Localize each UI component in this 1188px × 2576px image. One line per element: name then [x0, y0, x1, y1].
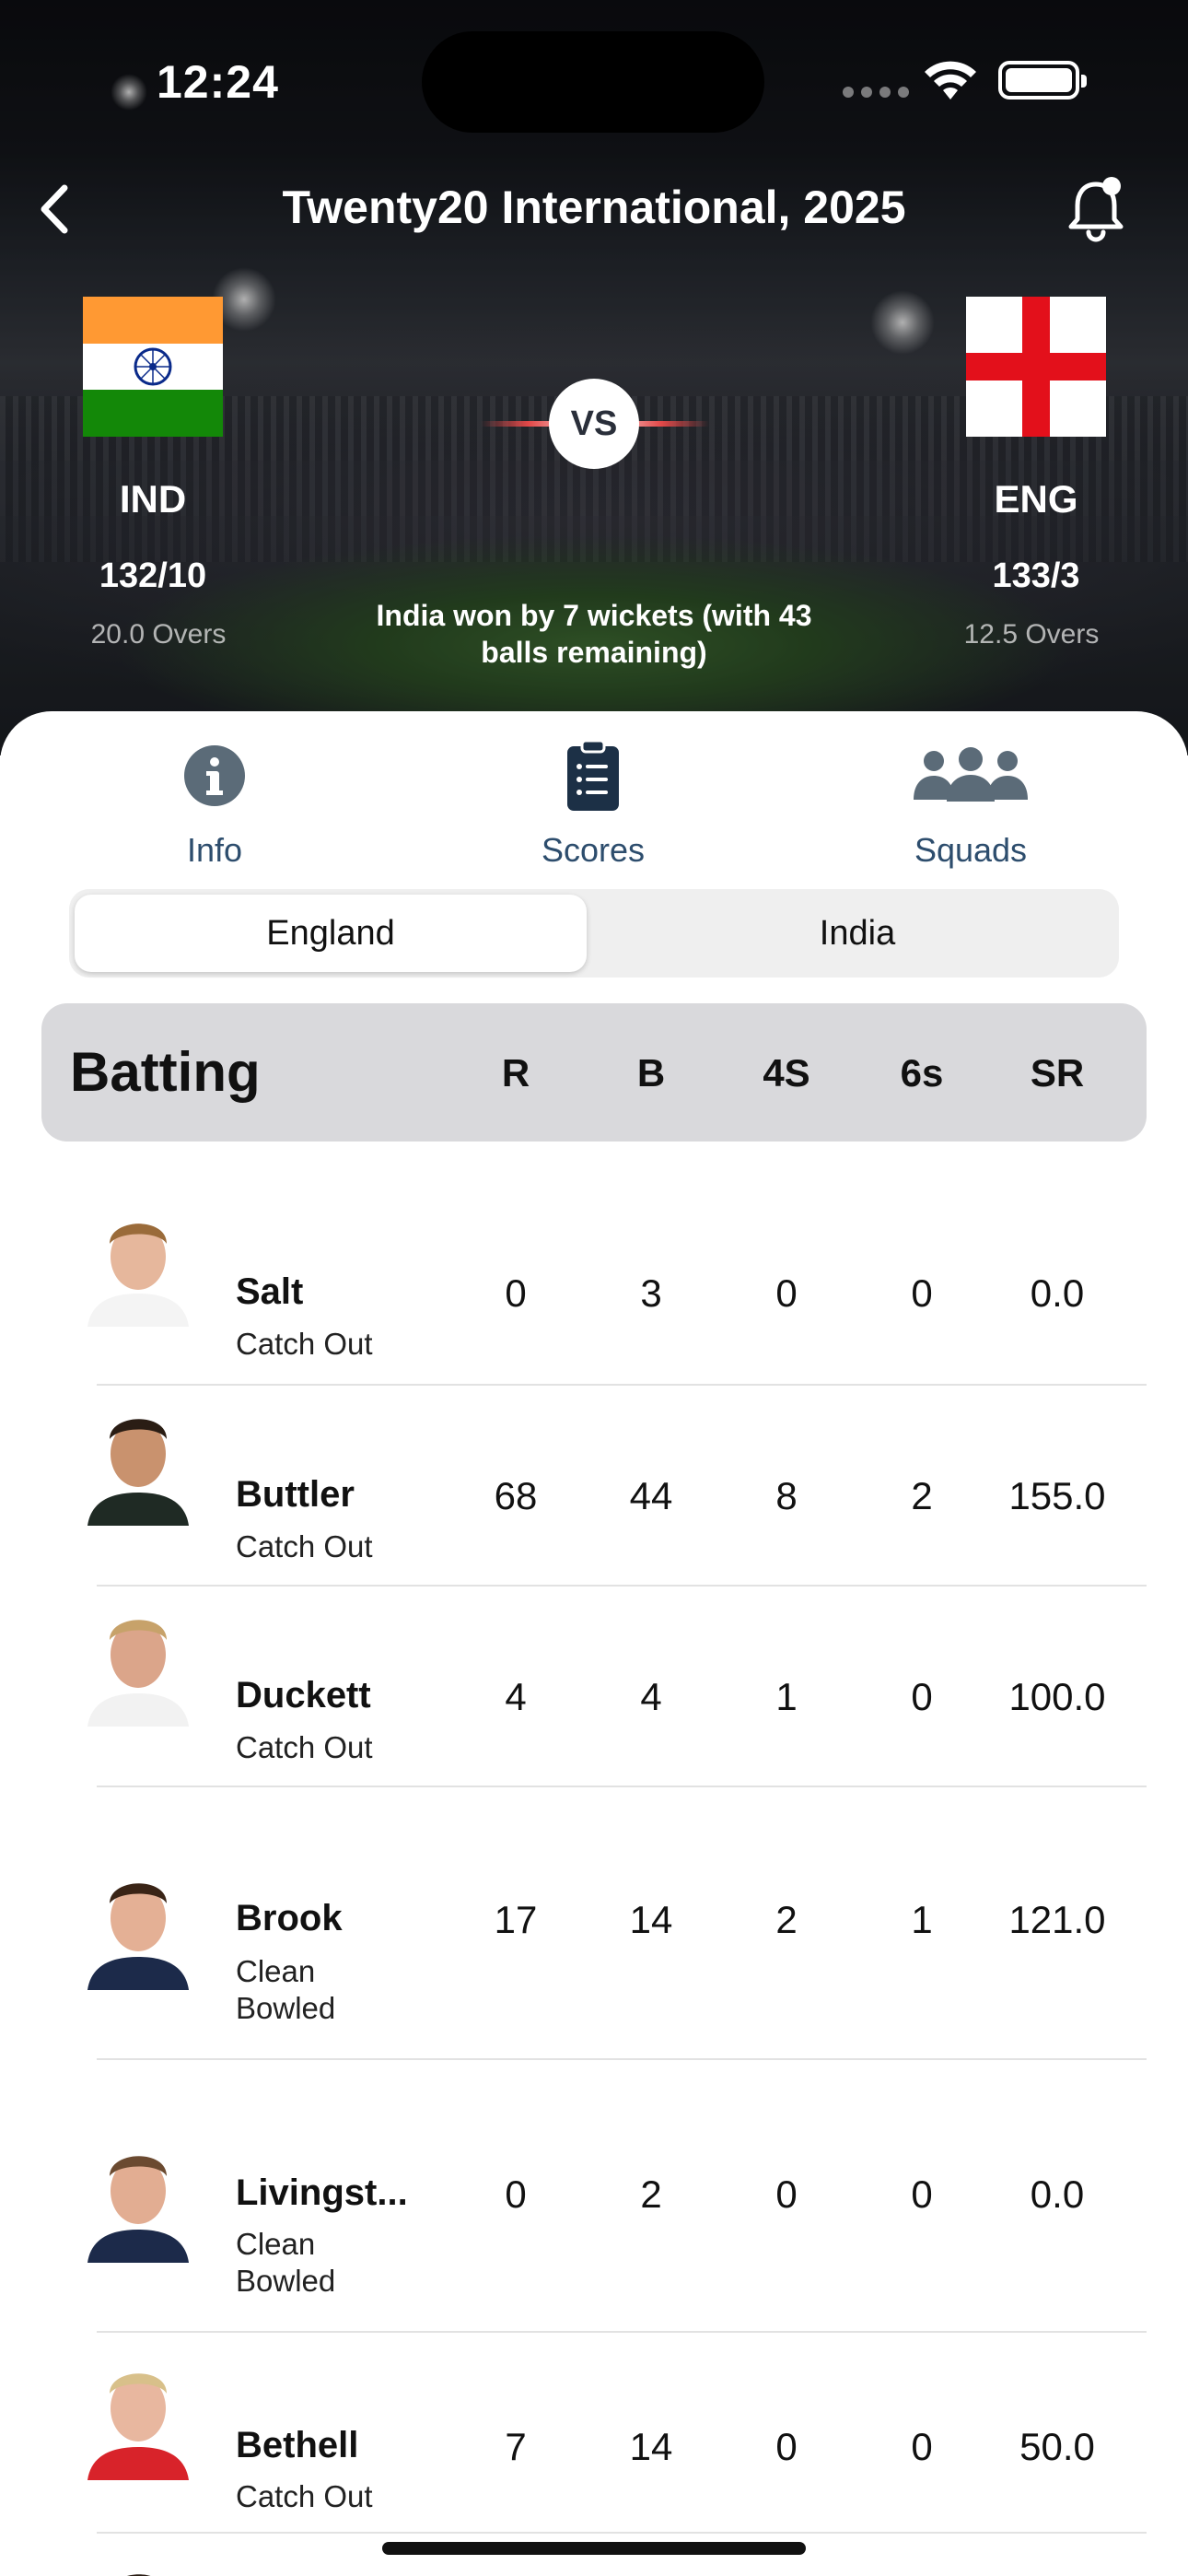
wifi-icon — [925, 61, 976, 100]
stat-strike-rate: 50.0 — [1019, 2425, 1095, 2468]
batting-row[interactable]: Salt Catch Out 0 3 0 0 0.0 — [0, 1183, 1188, 1386]
team1-overs: 20.0 Overs — [90, 619, 227, 650]
stat-fours: 0 — [775, 1271, 798, 1315]
stat-balls: 44 — [629, 1474, 673, 1517]
batting-row[interactable]: Brook Clean Bowled 17 14 2 1 121.0 — [0, 1787, 1188, 2060]
stat-runs: 0 — [505, 2172, 527, 2216]
batting-row[interactable]: Buttler Catch Out 68 44 8 2 155.0 — [0, 1386, 1188, 1587]
home-indicator[interactable] — [382, 2542, 806, 2555]
stat-runs: 7 — [505, 2425, 527, 2468]
stat-runs: 17 — [494, 1898, 538, 1941]
dismissal: Clean Bowled — [236, 1954, 336, 2025]
clipboard-icon — [567, 739, 619, 811]
team-toggle: England India — [69, 889, 1119, 978]
dismissal: Catch Out — [236, 1730, 373, 1764]
dynamic-island — [422, 31, 764, 133]
stat-fours: 2 — [775, 1898, 798, 1941]
team1-code: IND — [119, 477, 187, 521]
col-strike-rate: SR — [1030, 1051, 1085, 1095]
india-flag-icon — [83, 297, 223, 437]
stat-sixes: 0 — [911, 1271, 933, 1315]
group-icon — [914, 747, 1028, 802]
player-avatar — [87, 2552, 189, 2576]
info-icon — [184, 745, 245, 806]
stat-balls: 4 — [640, 1675, 662, 1718]
stat-fours: 1 — [775, 1675, 798, 1718]
player-name: Brook — [236, 1898, 343, 1938]
england-flag-icon — [966, 297, 1106, 437]
stat-strike-rate: 100.0 — [1008, 1675, 1106, 1718]
player-avatar — [87, 1198, 189, 1327]
col-balls: B — [636, 1051, 666, 1095]
match-result: India won by 7 wickets (with 43 balls re… — [376, 599, 812, 669]
player-avatar — [87, 1397, 189, 1526]
batting-row[interactable]: Bethell Catch Out 7 14 0 0 50.0 — [0, 2333, 1188, 2534]
stat-fours: 8 — [775, 1474, 798, 1517]
stat-balls: 2 — [640, 2172, 662, 2216]
player-avatar — [87, 1861, 189, 1990]
tab-scores[interactable]: Scores — [492, 739, 694, 877]
player-name: Livingst... — [236, 2172, 408, 2213]
batting-row[interactable]: Duckett Catch Out 4 4 1 0 100.0 — [0, 1587, 1188, 1787]
status-time: 12:24 — [157, 56, 279, 108]
dismissal: Clean Bowled — [236, 2227, 336, 2298]
tab-squads[interactable]: Squads — [869, 739, 1072, 877]
tab-bar: Info Scores Squads — [0, 711, 1188, 877]
player-name: Buttler — [236, 1474, 355, 1515]
batting-row[interactable]: Livingst... Clean Bowled 0 2 0 0 0.0 — [0, 2060, 1188, 2333]
page-title: Twenty20 International, 2025 — [282, 181, 906, 233]
stat-strike-rate: 0.0 — [1030, 1271, 1085, 1315]
stat-strike-rate: 155.0 — [1008, 1474, 1106, 1517]
player-avatar — [87, 1598, 189, 1727]
stat-sixes: 0 — [911, 2172, 933, 2216]
stat-sixes: 0 — [911, 2425, 933, 2468]
team-toggle-india[interactable]: India — [601, 895, 1113, 972]
team2-code: ENG — [994, 477, 1078, 521]
notification-bell-icon[interactable] — [1064, 171, 1128, 245]
stat-runs: 68 — [494, 1474, 538, 1517]
team2-score: 133/3 — [992, 556, 1080, 595]
stat-balls: 14 — [629, 1898, 673, 1941]
stat-balls: 14 — [629, 2425, 673, 2468]
tab-label: Info — [186, 831, 243, 869]
stat-sixes: 1 — [911, 1898, 933, 1941]
player-avatar — [87, 2134, 189, 2263]
stat-fours: 0 — [775, 2172, 798, 2216]
dismissal: Catch Out — [236, 1529, 373, 1563]
col-sixes: 6s — [900, 1051, 944, 1095]
stat-sixes: 2 — [911, 1474, 933, 1517]
stat-strike-rate: 0.0 — [1030, 2172, 1085, 2216]
dismissal: Catch Out — [236, 1327, 373, 1361]
team1-score: 132/10 — [99, 556, 207, 595]
tab-label: Scores — [541, 831, 646, 869]
stat-runs: 0 — [505, 1271, 527, 1315]
batting-header: Batting R B 4S 6s SR — [41, 1003, 1147, 1142]
tab-info[interactable]: Info — [113, 739, 316, 877]
batting-title: Batting — [70, 1041, 261, 1103]
stat-runs: 4 — [505, 1675, 527, 1718]
stat-balls: 3 — [640, 1271, 662, 1315]
stat-strike-rate: 121.0 — [1008, 1898, 1106, 1941]
content-card: Info Scores Squads England India Batting… — [0, 711, 1188, 2576]
vs-badge: VS — [549, 379, 639, 469]
status-bar: 12:24 — [0, 0, 1188, 157]
dismissal: Catch Out — [236, 2479, 373, 2513]
team2-overs: 12.5 Overs — [963, 619, 1100, 650]
stat-sixes: 0 — [911, 1675, 933, 1718]
player-name: Salt — [236, 1271, 304, 1312]
player-name: Duckett — [236, 1675, 371, 1715]
tab-label: Squads — [914, 831, 1028, 869]
cellular-signal-icon — [843, 87, 909, 98]
stat-fours: 0 — [775, 2425, 798, 2468]
player-name: Bethell — [236, 2425, 359, 2465]
col-fours: 4S — [763, 1051, 810, 1095]
col-runs: R — [501, 1051, 530, 1095]
team-toggle-england[interactable]: England — [75, 895, 587, 972]
battery-icon — [998, 61, 1087, 100]
player-avatar — [87, 2351, 189, 2480]
batting-row[interactable] — [0, 2534, 1188, 2576]
